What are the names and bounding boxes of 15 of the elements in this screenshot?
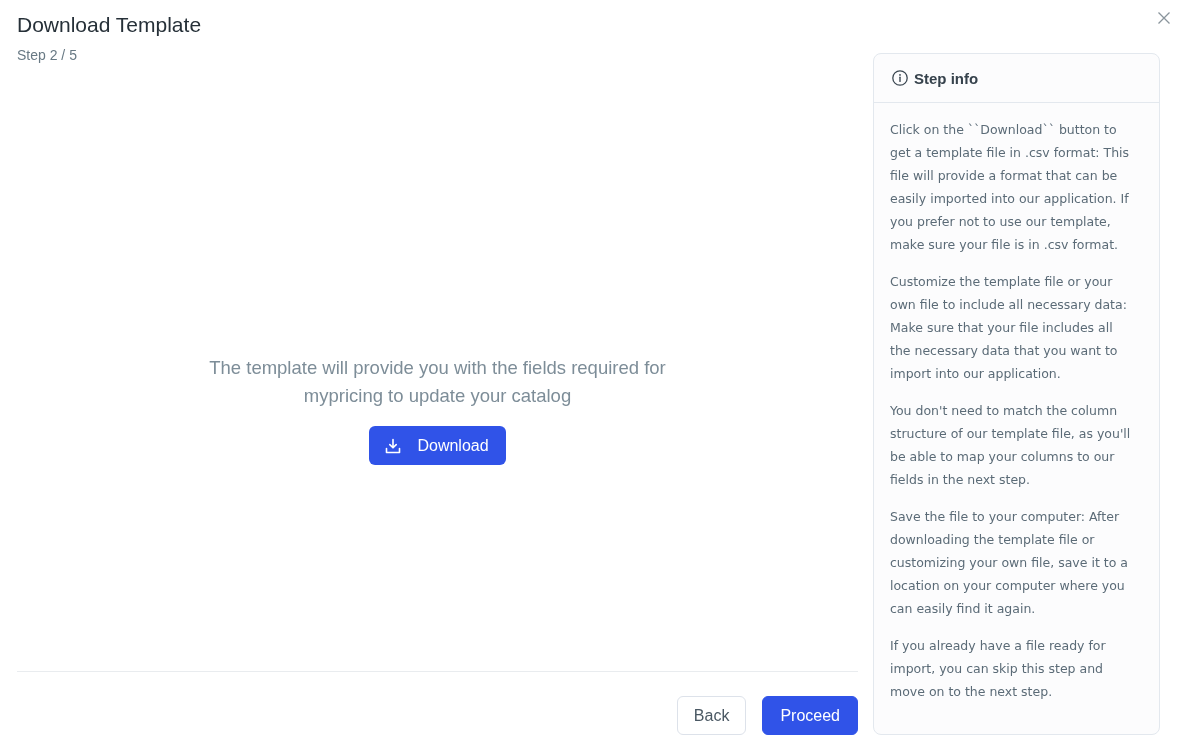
info-paragraph: Click on the ``Download`` button to get a template file in .csv format: This file will provide a format that can be easily imported into our application. If you prefer not to use our template, make sure your file is in .csv format. [890,121,1131,254]
info-icon [892,70,908,86]
proceed-button[interactable]: Proceed [762,696,858,735]
download-icon [385,437,402,454]
panel-title: Step info [914,69,979,87]
info-paragraph: Customize the template file or your own file to include all necessary data: Make sure that your file includes all the necessary data that you want to import into our application. [890,273,1128,383]
info-paragraph: Save the file to your computer: After downloading the template file or customizing your own file, save it to a location on your computer where you can easily find it again. [890,508,1129,618]
info-paragraph: If you already have a file ready for import, you can skip this step and move on to the next step. [890,637,1107,701]
template-description: The template will provide you with the fields required for mypricing to update your catalog [208,356,667,408]
info-paragraph: You don't need to match the column structure of our template file, as you'll be able to map your columns to our fields in the next step. [890,402,1132,489]
step-counter: Step 2 / 5 [17,46,78,64]
close-icon[interactable] [1158,12,1170,24]
dialog-title: Download Template [17,12,203,38]
download-button[interactable]: Download [369,426,506,465]
back-button[interactable]: Back [676,696,747,735]
